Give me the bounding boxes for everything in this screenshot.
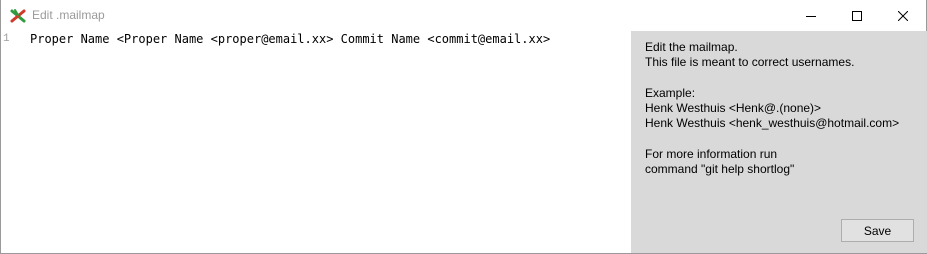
maximize-button[interactable] xyxy=(834,0,880,31)
minimize-icon xyxy=(806,15,816,17)
help-line: Henk Westhuis <henk_westhuis@hotmail.com… xyxy=(645,116,900,131)
git-extensions-icon xyxy=(10,8,26,24)
help-line xyxy=(645,132,899,147)
save-button[interactable]: Save xyxy=(841,219,914,242)
help-panel: Edit the mailmap. This file is meant to … xyxy=(631,31,927,253)
line-number: 1 xyxy=(3,33,10,45)
help-line: Example: xyxy=(645,85,696,100)
help-line: command "git help shortlog" xyxy=(645,162,795,177)
close-icon xyxy=(898,10,908,21)
minimize-button[interactable] xyxy=(788,0,834,31)
title-bar[interactable]: Edit .mailmap xyxy=(1,0,926,31)
mailmap-window: Edit .mailmap 1 Proper Name <Proper Name… xyxy=(0,0,927,254)
mailmap-editor[interactable]: 1 Proper Name <Proper Name <proper@email… xyxy=(1,31,631,253)
help-line: For more information run xyxy=(645,147,778,162)
help-line: Edit the mailmap. xyxy=(645,40,738,54)
close-button[interactable] xyxy=(880,0,926,31)
window-title: Edit .mailmap xyxy=(32,8,105,22)
help-line xyxy=(645,71,899,86)
help-line: Henk Westhuis <Henk@.(none)> xyxy=(645,101,822,116)
help-text: Edit the mailmap. This file is meant to … xyxy=(645,40,899,178)
help-line: This file is meant to correct usernames. xyxy=(645,55,855,70)
editor-line[interactable]: Proper Name <Proper Name <proper@email.x… xyxy=(30,32,550,46)
maximize-icon xyxy=(852,10,862,21)
